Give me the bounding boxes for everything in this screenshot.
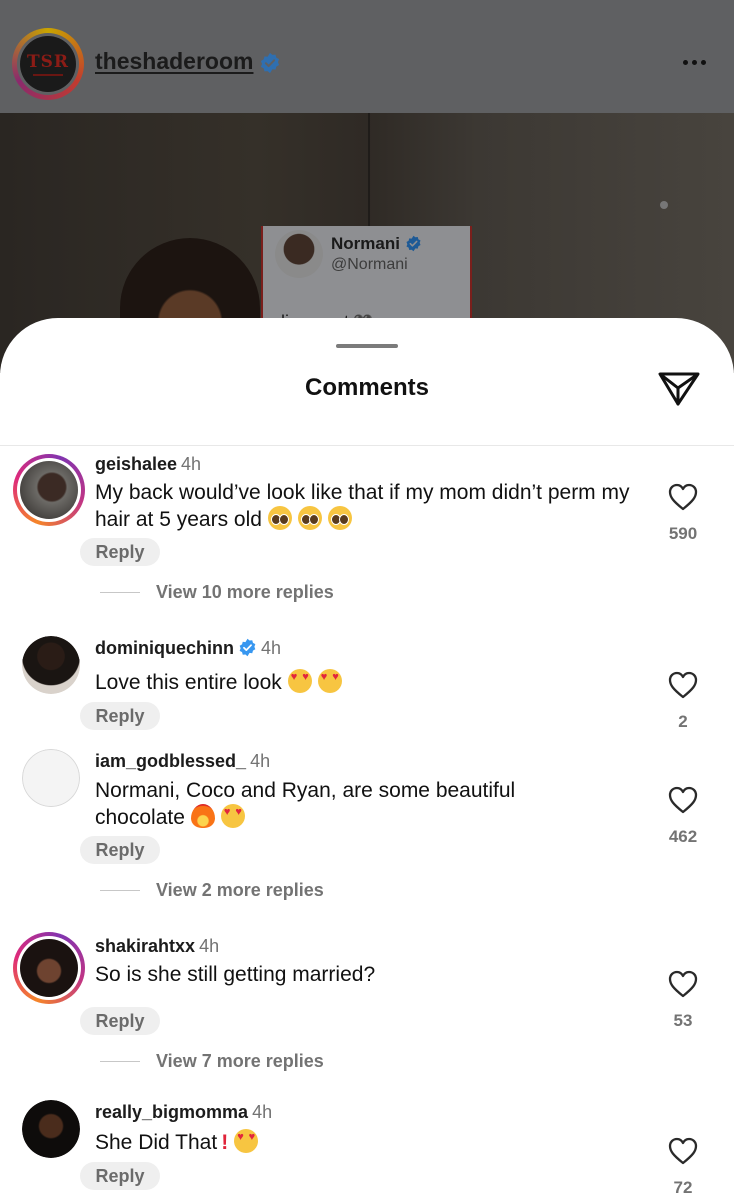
like-comment[interactable]: 2: [662, 670, 704, 732]
exclamation-emoji: !: [221, 1131, 229, 1154]
commenter-username[interactable]: geishalee: [95, 454, 177, 474]
commenter-username[interactable]: iam_godblessed_: [95, 751, 246, 771]
commenter-avatar[interactable]: [13, 454, 85, 526]
like-comment[interactable]: 53: [662, 969, 704, 1031]
divider: [0, 445, 734, 446]
like-count: 2: [678, 712, 688, 731]
reply-button[interactable]: Reply: [80, 1162, 160, 1190]
post-author-username[interactable]: theshaderoom: [95, 48, 253, 75]
pleading-face-emoji: [297, 506, 322, 530]
comment-text: Normani, Coco and Ryan, are some beautif…: [95, 778, 575, 831]
heart-outline-icon: [668, 483, 698, 511]
like-comment[interactable]: 462: [662, 785, 704, 847]
heart-outline-icon: [668, 1137, 698, 1165]
like-count: 53: [673, 1011, 693, 1030]
tsr-logo: TSR: [26, 52, 70, 72]
heart-eyes-emoji: [234, 1129, 259, 1153]
post-author-avatar[interactable]: TSR: [12, 28, 84, 100]
verified-badge-icon: [239, 638, 256, 657]
commenter-avatar[interactable]: [22, 636, 80, 694]
heart-eyes-emoji: [287, 669, 312, 693]
commenter-username[interactable]: really_bigmomma: [95, 1102, 248, 1122]
commenter-avatar[interactable]: [22, 749, 80, 807]
view-more-replies[interactable]: View 10 more replies: [100, 581, 334, 603]
reply-button[interactable]: Reply: [80, 836, 160, 864]
comment-item: geishalee 4h My back would’ve look like t…: [0, 450, 734, 610]
post-header: TSR theshaderoom: [0, 0, 734, 113]
pleading-face-emoji: [267, 506, 292, 530]
view-more-replies[interactable]: View 7 more replies: [100, 1050, 324, 1072]
comment-text: Love this entire look: [95, 669, 635, 696]
more-options-icon[interactable]: [672, 52, 716, 72]
reply-button[interactable]: Reply: [80, 702, 160, 730]
like-count: 72: [673, 1178, 693, 1197]
view-more-replies[interactable]: View 2 more replies: [100, 879, 324, 901]
commenter-avatar[interactable]: [13, 932, 85, 1004]
comment-text: So is she still getting married?: [95, 963, 376, 986]
pleading-face-emoji: [327, 506, 352, 530]
reply-button[interactable]: Reply: [80, 1007, 160, 1035]
comment-time: 4h: [250, 751, 271, 771]
comment-item: really_bigmomma4h She Did That! Reply 72: [0, 1100, 734, 1200]
like-comment[interactable]: 72: [662, 1136, 704, 1198]
heart-eyes-emoji: [317, 669, 342, 693]
comments-sheet: Comments geishalee 4h My back would’ve lo…: [0, 318, 734, 1200]
like-count: 590: [668, 524, 698, 543]
tweet-author-name: Normani: [331, 234, 400, 253]
comment-text: My back would’ve look like that if my mo…: [95, 481, 630, 531]
comment-text: She Did That!: [95, 1129, 635, 1156]
commenter-avatar[interactable]: [22, 1100, 80, 1158]
verified-badge-icon: [406, 235, 421, 252]
paper-plane-icon[interactable]: [656, 368, 702, 408]
commenter-username[interactable]: shakirahtxx: [95, 936, 195, 956]
comment-item: shakirahtxx 4h So is she still getting ma…: [0, 932, 734, 1072]
comment-time: 4h: [252, 1102, 273, 1122]
comment-time: 4h: [181, 454, 202, 474]
comment-item: iam_godblessed_ 4h Normani, Coco and Ryan…: [0, 749, 734, 909]
verified-badge-icon: [260, 52, 280, 74]
comment-item: dominiquechinn 4h Love this entire look R…: [0, 634, 734, 734]
tweet-author-handle: @Normani: [331, 256, 408, 273]
like-comment[interactable]: 590: [662, 482, 704, 544]
sheet-drag-handle[interactable]: [336, 344, 398, 348]
comment-time: 4h: [261, 638, 282, 658]
fire-emoji: [190, 804, 215, 828]
heart-eyes-emoji: [220, 804, 245, 828]
heart-outline-icon: [668, 671, 698, 699]
tweet-author-avatar: [275, 230, 323, 278]
heart-outline-icon: [668, 786, 698, 814]
sheet-title: Comments: [304, 374, 430, 401]
comment-time: 4h: [199, 936, 220, 956]
like-count: 462: [668, 827, 698, 846]
reply-button[interactable]: Reply: [80, 538, 160, 566]
commenter-username[interactable]: dominiquechinn: [95, 638, 234, 658]
heart-outline-icon: [668, 970, 698, 998]
